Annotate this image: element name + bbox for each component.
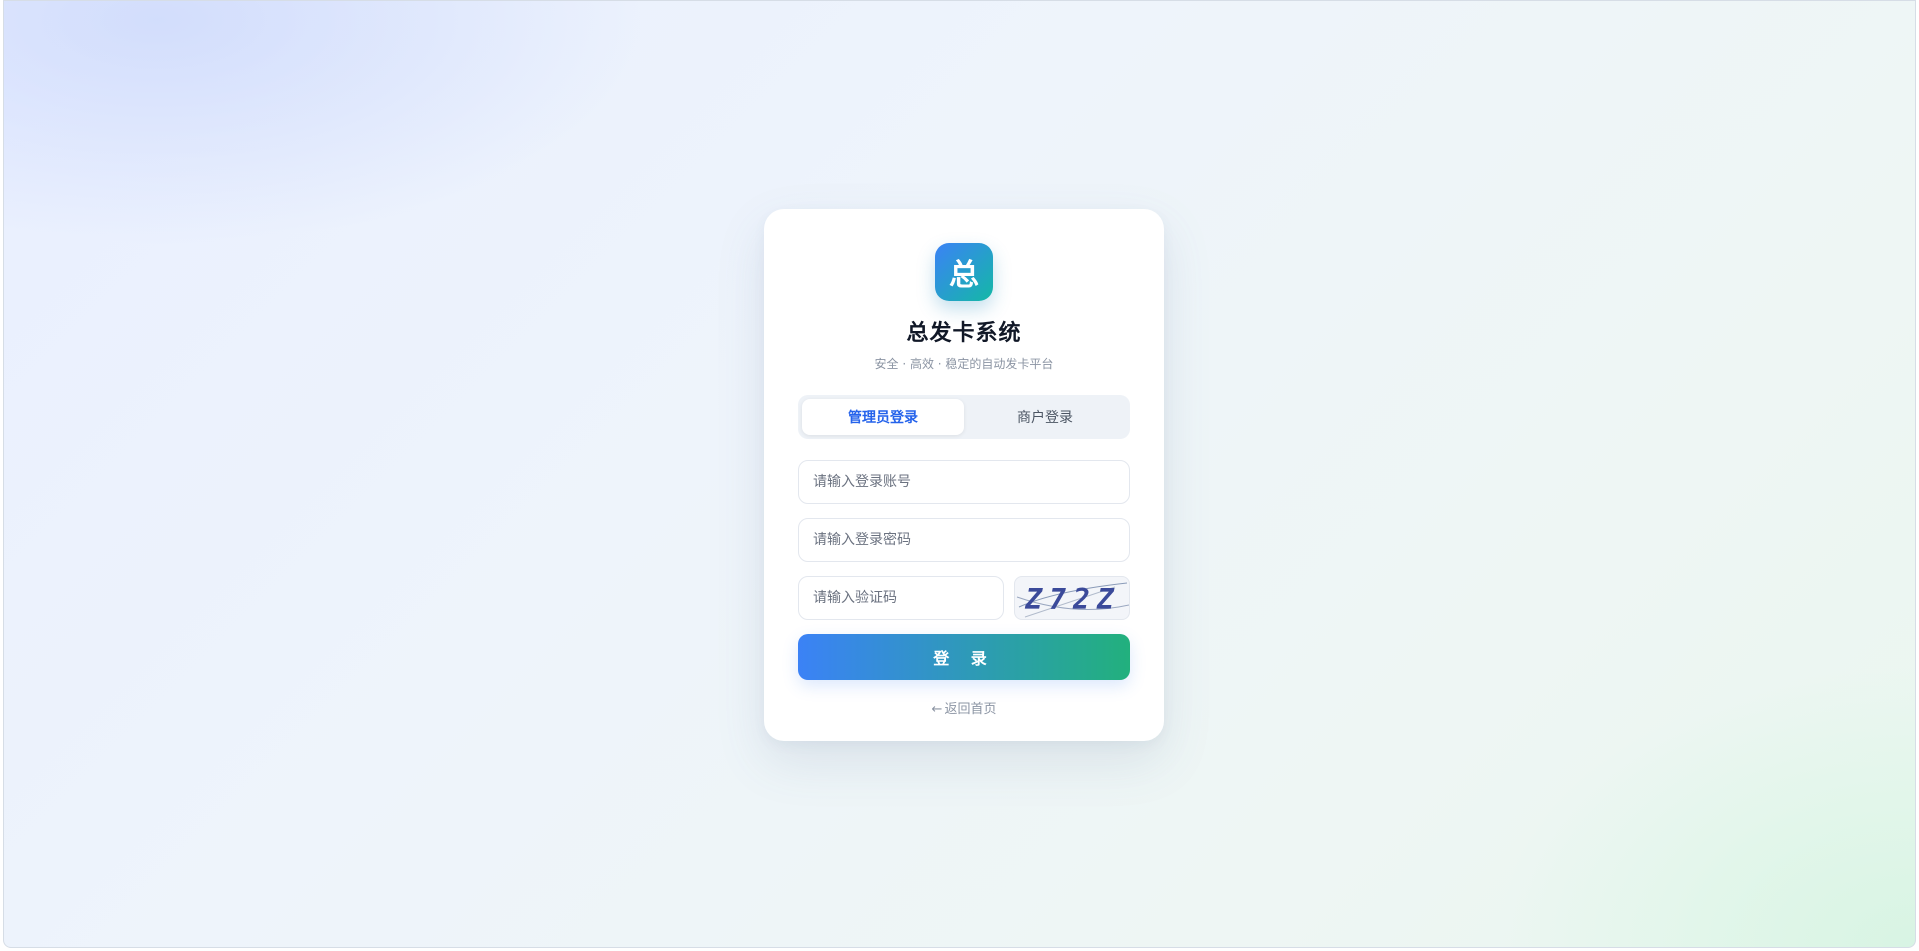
logo-char: 总 [949, 258, 979, 293]
back-home-label: 返回首页 [944, 702, 997, 717]
captcha-input[interactable] [798, 576, 1004, 620]
login-button[interactable]: 登 录 [798, 634, 1130, 680]
tab-admin-login[interactable]: 管理员登录 [802, 399, 964, 435]
password-input[interactable] [798, 518, 1130, 562]
page-background: 总 总发卡系统 安全 · 高效 · 稳定的自动发卡平台 管理员登录 商户登录 Z… [3, 0, 1916, 948]
captcha-image[interactable]: Z72Z [1014, 576, 1130, 620]
back-home-link[interactable]: ← 返回首页 [764, 698, 1164, 717]
account-input[interactable] [798, 460, 1130, 504]
tab-merchant-login[interactable]: 商户登录 [964, 399, 1126, 435]
brand-logo-icon: 总 [935, 243, 993, 301]
login-card: 总 总发卡系统 安全 · 高效 · 稳定的自动发卡平台 管理员登录 商户登录 Z… [764, 209, 1164, 741]
captcha-code: Z72Z [1025, 582, 1121, 616]
arrow-left-icon: ← [931, 702, 943, 717]
page-subtitle: 安全 · 高效 · 稳定的自动发卡平台 [874, 357, 1054, 371]
page-title: 总发卡系统 [906, 321, 1022, 346]
login-type-tabs: 管理员登录 商户登录 [798, 395, 1130, 439]
